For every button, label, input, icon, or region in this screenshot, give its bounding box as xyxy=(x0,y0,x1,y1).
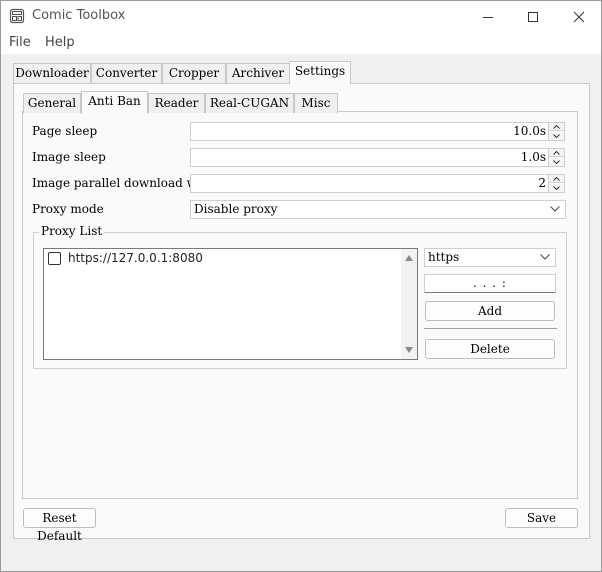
tab-general[interactable]: General xyxy=(23,93,81,113)
chevron-down-icon xyxy=(553,186,560,190)
close-icon xyxy=(573,11,585,22)
proxy-protocol-select[interactable]: https xyxy=(424,248,556,267)
minimize-icon xyxy=(483,16,493,18)
maximize-button[interactable] xyxy=(510,1,556,32)
menu-help[interactable]: Help xyxy=(45,35,75,50)
tab-reader[interactable]: Reader xyxy=(148,93,205,113)
page-sleep-down-button[interactable] xyxy=(549,132,564,140)
proxy-mode-label: Proxy mode xyxy=(32,202,104,216)
window-title: Comic Toolbox xyxy=(32,8,126,23)
image-workers-spin-buttons xyxy=(548,175,564,192)
page-sleep-spinbox[interactable]: 10.0s xyxy=(190,122,565,141)
close-button[interactable] xyxy=(556,1,601,32)
chevron-down-icon xyxy=(553,160,560,164)
title-bar: Comic Toolbox xyxy=(1,1,601,32)
proxy-mode-value: Disable proxy xyxy=(194,202,278,216)
list-item[interactable]: https://127.0.0.1:8080 xyxy=(48,251,203,265)
chevron-up-icon xyxy=(553,176,560,181)
page-sleep-spin-buttons xyxy=(548,123,564,140)
page-sleep-up-button[interactable] xyxy=(549,123,564,131)
image-workers-down-button[interactable] xyxy=(549,184,564,192)
proxy-item-text: https://127.0.0.1:8080 xyxy=(68,251,203,265)
app-icon xyxy=(9,8,25,24)
image-workers-up-button[interactable] xyxy=(549,175,564,183)
tab-anti-ban[interactable]: Anti Ban xyxy=(81,91,148,114)
image-sleep-label: Image sleep xyxy=(32,150,106,164)
minimize-button[interactable] xyxy=(465,1,511,32)
tab-cropper[interactable]: Cropper xyxy=(162,63,226,83)
proxy-listbox[interactable]: https://127.0.0.1:8080 xyxy=(43,248,418,360)
tab-downloader[interactable]: Downloader xyxy=(13,63,91,83)
image-sleep-value: 1.0s xyxy=(520,150,546,164)
proxy-address-input[interactable]: . . . : xyxy=(424,274,556,293)
chevron-down-icon xyxy=(540,254,550,260)
image-sleep-down-button[interactable] xyxy=(549,158,564,166)
app-window: Comic Toolbox File Help Downloader Conve… xyxy=(0,0,602,572)
tab-real-cugan[interactable]: Real-CUGAN xyxy=(205,93,294,113)
reset-default-button[interactable]: Reset Default xyxy=(23,508,96,543)
proxy-item-checkbox[interactable] xyxy=(48,251,61,265)
proxy-separator xyxy=(424,328,557,329)
image-sleep-spin-buttons xyxy=(548,149,564,166)
menu-file[interactable]: File xyxy=(9,35,31,50)
menu-bar: File Help xyxy=(1,32,601,54)
proxy-protocol-value: https xyxy=(428,250,460,264)
proxy-mode-select[interactable]: Disable proxy xyxy=(190,200,566,219)
tab-misc[interactable]: Misc xyxy=(294,93,338,113)
page-sleep-value: 10.0s xyxy=(513,124,546,138)
chevron-up-icon xyxy=(553,124,560,129)
chevron-down-icon xyxy=(550,206,560,212)
chevron-down-icon xyxy=(553,134,560,138)
maximize-icon xyxy=(528,11,538,22)
image-sleep-spinbox[interactable]: 1.0s xyxy=(190,148,565,167)
tab-archiver[interactable]: Archiver xyxy=(226,63,290,83)
scroll-down-arrow-icon[interactable] xyxy=(405,347,413,353)
scroll-up-arrow-icon[interactable] xyxy=(405,255,413,261)
tab-converter[interactable]: Converter xyxy=(91,63,162,83)
save-button[interactable]: Save xyxy=(505,508,578,528)
chevron-up-icon xyxy=(553,150,560,155)
tab-settings[interactable]: Settings xyxy=(289,61,351,84)
image-workers-spinbox[interactable]: 2 xyxy=(190,174,565,193)
proxy-list-scrollbar[interactable] xyxy=(401,249,417,359)
proxy-list-title: Proxy List xyxy=(39,224,105,238)
image-workers-value: 2 xyxy=(538,176,546,190)
add-proxy-button[interactable]: Add xyxy=(425,301,555,321)
delete-proxy-button[interactable]: Delete xyxy=(425,339,555,359)
page-sleep-label: Page sleep xyxy=(32,124,98,138)
image-sleep-up-button[interactable] xyxy=(549,149,564,157)
